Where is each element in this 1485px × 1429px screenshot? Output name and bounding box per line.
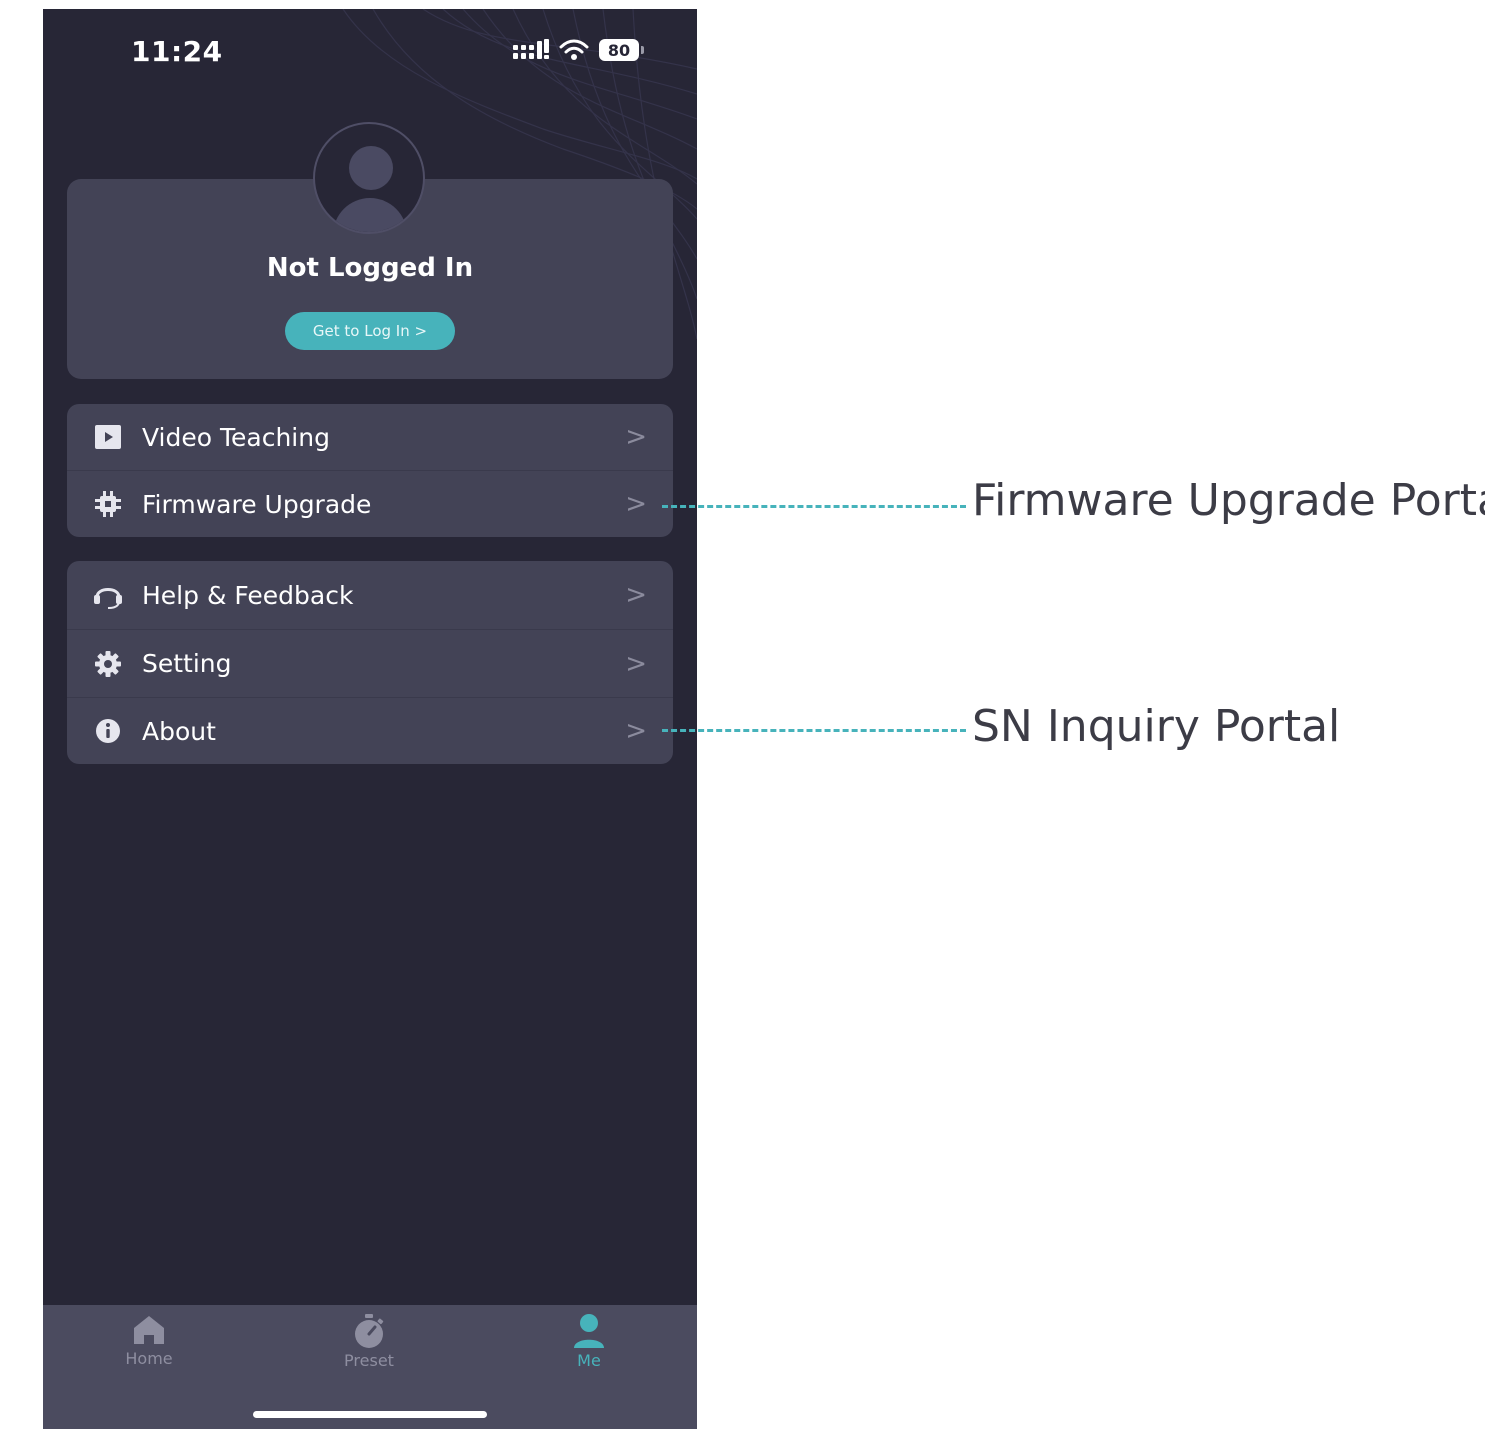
info-icon — [93, 716, 123, 746]
status-time: 11:24 — [131, 35, 223, 68]
login-button[interactable]: Get to Log In > — [285, 312, 455, 350]
stopwatch-icon — [355, 1314, 384, 1348]
menu-item-firmware-upgrade[interactable]: Firmware Upgrade > — [67, 471, 673, 537]
profile-name: Not Logged In — [266, 253, 474, 283]
callout-line-sn-inquiry — [662, 729, 966, 732]
menu-group-2: Help & Feedback > Setting > About > — [67, 561, 673, 764]
canvas: 11:24 80 Not Logged In Get to Log In > V… — [0, 0, 1485, 1429]
wifi-icon — [559, 39, 589, 60]
status-icons: 80 — [513, 39, 644, 61]
chevron-right-icon: > — [625, 648, 647, 679]
home-icon — [134, 1316, 164, 1344]
chevron-right-icon: > — [625, 489, 647, 519]
menu-label-help-feedback: Help & Feedback — [142, 580, 354, 610]
tab-home[interactable]: Home — [89, 1313, 209, 1368]
menu-label-firmware-upgrade: Firmware Upgrade — [142, 489, 372, 519]
menu-item-about[interactable]: About > — [67, 698, 673, 764]
chevron-right-icon: > — [625, 716, 647, 746]
menu-group-1: Video Teaching > Firmware Upgrade > — [67, 404, 673, 537]
chip-icon — [93, 489, 123, 519]
menu-item-video-teaching[interactable]: Video Teaching > — [67, 404, 673, 471]
chevron-right-icon: > — [625, 580, 647, 610]
gear-icon — [93, 649, 123, 679]
callout-sn-inquiry-portal: SN Inquiry Portal — [972, 701, 1341, 752]
menu-item-help-feedback[interactable]: Help & Feedback > — [67, 561, 673, 630]
menu-label-video-teaching: Video Teaching — [142, 422, 330, 452]
tab-label-me: Me — [577, 1351, 601, 1370]
video-play-icon — [93, 422, 123, 452]
headset-icon — [93, 580, 123, 610]
menu-item-setting[interactable]: Setting > — [67, 630, 673, 698]
callout-firmware-upgrade-portal: Firmware Upgrade Portal — [972, 475, 1485, 526]
tab-label-home: Home — [125, 1349, 173, 1368]
tab-me[interactable]: Me — [529, 1313, 649, 1370]
avatar-head-shape — [349, 146, 393, 190]
battery-indicator: 80 — [599, 39, 644, 61]
avatar-body-shape — [333, 198, 407, 232]
home-indicator[interactable] — [253, 1411, 487, 1418]
callout-line-firmware — [662, 505, 966, 508]
tab-preset[interactable]: Preset — [309, 1313, 429, 1370]
tab-label-preset: Preset — [344, 1351, 394, 1370]
menu-label-setting: Setting — [142, 649, 232, 678]
chevron-right-icon: > — [625, 422, 647, 452]
tab-bar: Home Preset Me — [43, 1305, 697, 1429]
menu-label-about: About — [142, 716, 216, 746]
avatar[interactable] — [313, 122, 425, 234]
phone-screen: 11:24 80 Not Logged In Get to Log In > V… — [43, 9, 697, 1429]
person-icon — [574, 1314, 604, 1348]
cellular-signal-icon — [513, 39, 549, 59]
